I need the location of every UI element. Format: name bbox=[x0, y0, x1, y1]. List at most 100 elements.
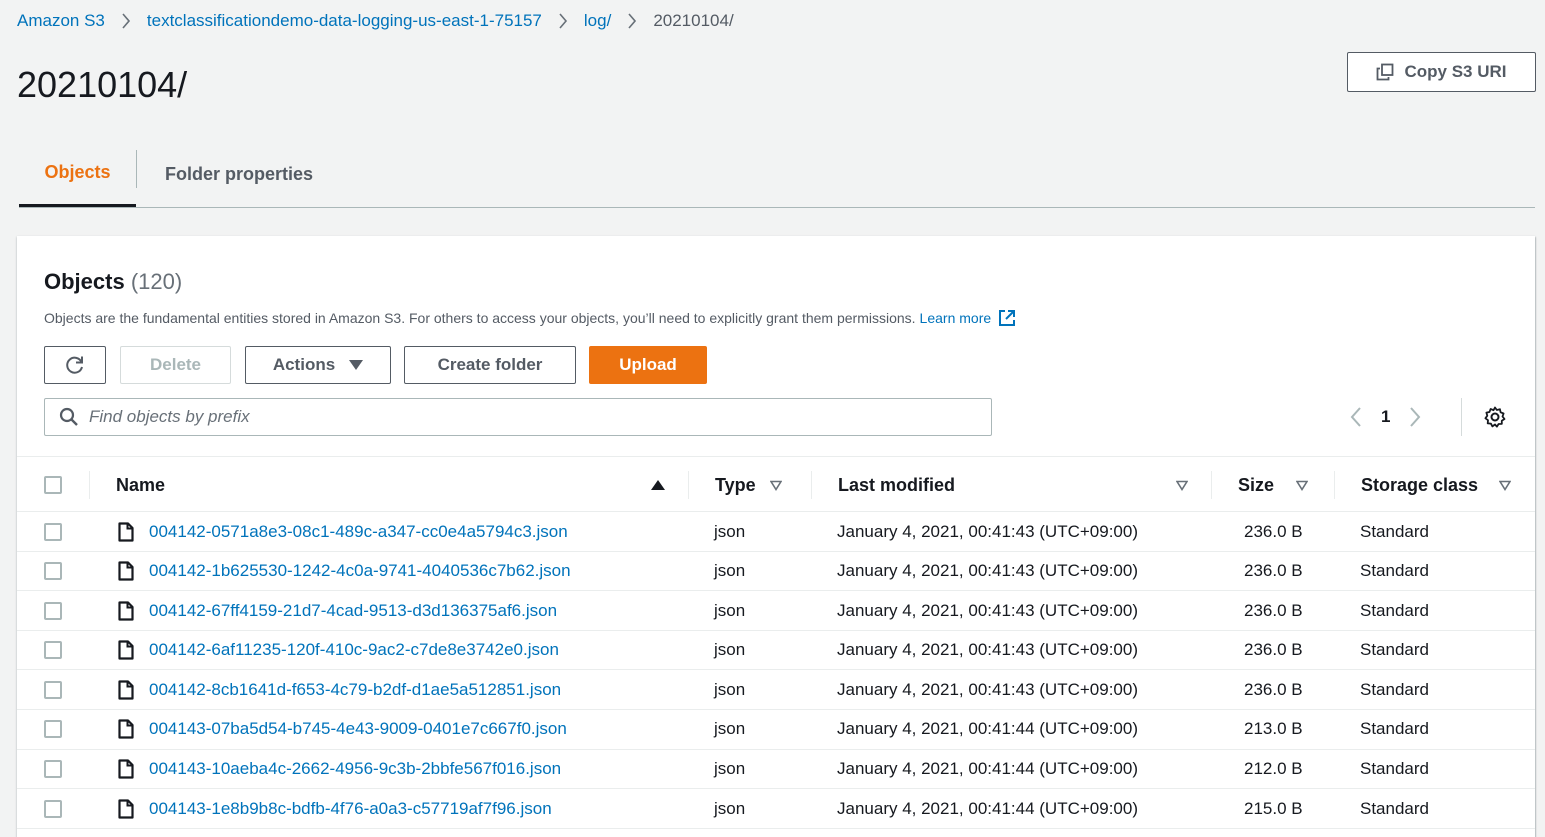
last-modified-cell: January 4, 2021, 00:41:43 (UTC+09:00) bbox=[837, 521, 1138, 541]
refresh-button[interactable] bbox=[44, 346, 106, 384]
size-cell: 236.0 B bbox=[1244, 600, 1303, 620]
page-number[interactable]: 1 bbox=[1381, 407, 1390, 427]
object-name-link[interactable]: 004142-6af11235-120f-410c-9ac2-c7de8e374… bbox=[149, 640, 559, 660]
type-cell: json bbox=[714, 561, 746, 581]
row-checkbox[interactable] bbox=[44, 720, 62, 739]
chevron-right-icon[interactable] bbox=[1408, 406, 1422, 428]
select-all-cell bbox=[44, 457, 62, 513]
column-divider bbox=[811, 471, 812, 499]
object-name-link[interactable]: 004142-1b625530-1242-4c0a-9741-4040536c7… bbox=[149, 561, 571, 581]
object-name-link[interactable]: 004142-67ff4159-21d7-4cad-9513-d3d136375… bbox=[149, 601, 557, 621]
name-cell: 004142-0571a8e3-08c1-489c-a347-cc0e4a579… bbox=[118, 512, 568, 551]
table-body: 004142-0571a8e3-08c1-489c-a347-cc0e4a579… bbox=[17, 512, 1535, 829]
last-modified-cell: January 4, 2021, 00:41:44 (UTC+09:00) bbox=[837, 759, 1138, 779]
row-checkbox[interactable] bbox=[44, 799, 62, 818]
last-modified-cell: January 4, 2021, 00:41:43 (UTC+09:00) bbox=[837, 640, 1138, 660]
row-checkbox[interactable] bbox=[44, 760, 62, 779]
delete-button[interactable]: Delete bbox=[120, 346, 231, 384]
tab-bar: Objects Folder properties bbox=[19, 140, 1535, 208]
sort-icon bbox=[1296, 480, 1309, 491]
table-row[interactable]: 004143-10aeba4c-2662-4956-9c3b-2bbfe567f… bbox=[17, 750, 1535, 790]
create-folder-button[interactable]: Create folder bbox=[404, 346, 576, 384]
row-checkbox[interactable] bbox=[44, 680, 62, 699]
last-modified-cell: January 4, 2021, 00:41:43 (UTC+09:00) bbox=[837, 679, 1138, 699]
column-divider bbox=[688, 471, 689, 499]
row-checkbox[interactable] bbox=[44, 641, 62, 660]
objects-table: Name Type Last modified Size Storage cla… bbox=[17, 456, 1535, 829]
object-name-link[interactable]: 004143-1e8b9b8c-bdfb-4f76-a0a3-c57719af7… bbox=[149, 799, 552, 819]
size-cell: 213.0 B bbox=[1244, 719, 1303, 739]
breadcrumb-log[interactable]: log/ bbox=[584, 11, 611, 31]
tab-objects[interactable]: Objects bbox=[19, 140, 136, 207]
size-cell: 236.0 B bbox=[1244, 679, 1303, 699]
copy-s3-uri-button[interactable]: Copy S3 URI bbox=[1347, 52, 1536, 92]
column-storage-class-label: Storage class bbox=[1361, 474, 1479, 495]
column-divider bbox=[1334, 471, 1335, 499]
page-title: 20210104/ bbox=[17, 64, 188, 105]
row-checkbox[interactable] bbox=[44, 601, 62, 620]
sort-ascending-icon bbox=[651, 479, 665, 491]
learn-more-link[interactable]: Learn more bbox=[920, 310, 992, 326]
column-header-storage-class[interactable]: Storage class bbox=[1361, 457, 1511, 513]
column-last-modified-label: Last modified bbox=[838, 474, 956, 495]
breadcrumb-amazon-s3[interactable]: Amazon S3 bbox=[17, 11, 105, 31]
select-all-checkbox[interactable] bbox=[44, 476, 62, 494]
table-row[interactable]: 004142-6af11235-120f-410c-9ac2-c7de8e374… bbox=[17, 631, 1535, 671]
sort-icon bbox=[1176, 480, 1188, 491]
table-row[interactable]: 004142-1b625530-1242-4c0a-9741-4040536c7… bbox=[17, 552, 1535, 592]
sort-icon bbox=[1499, 480, 1511, 491]
external-link-icon[interactable] bbox=[997, 308, 1017, 328]
row-select-cell bbox=[44, 670, 62, 709]
storage-class-cell: Standard bbox=[1360, 719, 1429, 739]
column-header-type[interactable]: Type bbox=[715, 457, 782, 513]
type-cell: json bbox=[714, 759, 746, 779]
row-select-cell bbox=[44, 591, 62, 630]
table-row[interactable]: 004142-67ff4159-21d7-4cad-9513-d3d136375… bbox=[17, 591, 1535, 631]
chevron-right-icon bbox=[627, 13, 637, 29]
storage-class-cell: Standard bbox=[1360, 561, 1429, 581]
upload-button[interactable]: Upload bbox=[589, 346, 707, 384]
file-icon bbox=[118, 799, 134, 819]
chevron-left-icon[interactable] bbox=[1349, 406, 1363, 428]
actions-dropdown[interactable]: Actions bbox=[245, 346, 391, 384]
object-name-link[interactable]: 004142-0571a8e3-08c1-489c-a347-cc0e4a579… bbox=[149, 522, 568, 542]
search-input[interactable] bbox=[89, 407, 969, 427]
column-header-size[interactable]: Size bbox=[1238, 457, 1309, 513]
row-select-cell bbox=[44, 631, 62, 670]
table-row[interactable]: 004142-8cb1641d-f653-4c79-b2df-d1ae5a512… bbox=[17, 670, 1535, 710]
type-cell: json bbox=[714, 521, 746, 541]
type-cell: json bbox=[714, 600, 746, 620]
name-cell: 004143-07ba5d54-b745-4e43-9009-0401e7c66… bbox=[118, 710, 567, 749]
size-cell: 236.0 B bbox=[1244, 561, 1303, 581]
type-cell: json bbox=[714, 719, 746, 739]
breadcrumb-current: 20210104/ bbox=[653, 11, 734, 30]
size-cell: 236.0 B bbox=[1244, 640, 1303, 660]
copy-icon bbox=[1376, 63, 1394, 81]
actions-label: Actions bbox=[272, 355, 336, 374]
tab-folder-properties[interactable]: Folder properties bbox=[165, 140, 313, 208]
column-size-label: Size bbox=[1238, 474, 1275, 495]
column-header-name[interactable]: Name bbox=[116, 457, 691, 513]
name-cell: 004142-67ff4159-21d7-4cad-9513-d3d136375… bbox=[118, 591, 557, 630]
objects-heading: Objects (120) bbox=[44, 269, 182, 295]
name-cell: 004143-10aeba4c-2662-4956-9c3b-2bbfe567f… bbox=[118, 750, 561, 789]
table-row[interactable]: 004143-07ba5d54-b745-4e43-9009-0401e7c66… bbox=[17, 710, 1535, 750]
last-modified-cell: January 4, 2021, 00:41:43 (UTC+09:00) bbox=[837, 561, 1138, 581]
column-header-last-modified[interactable]: Last modified bbox=[838, 457, 1188, 513]
type-cell: json bbox=[714, 640, 746, 660]
object-name-link[interactable]: 004143-07ba5d54-b745-4e43-9009-0401e7c66… bbox=[149, 719, 567, 739]
type-cell: json bbox=[714, 798, 746, 818]
row-checkbox[interactable] bbox=[44, 562, 62, 581]
object-name-link[interactable]: 004142-8cb1641d-f653-4c79-b2df-d1ae5a512… bbox=[149, 680, 561, 700]
gear-icon[interactable] bbox=[1483, 405, 1507, 429]
table-row[interactable]: 004142-0571a8e3-08c1-489c-a347-cc0e4a579… bbox=[17, 512, 1535, 552]
row-checkbox[interactable] bbox=[44, 522, 62, 541]
breadcrumb-bucket[interactable]: textclassificationdemo-data-logging-us-e… bbox=[147, 11, 542, 31]
name-cell: 004143-1e8b9b8c-bdfb-4f76-a0a3-c57719af7… bbox=[118, 789, 552, 828]
file-icon bbox=[118, 601, 134, 621]
object-name-link[interactable]: 004143-10aeba4c-2662-4956-9c3b-2bbfe567f… bbox=[149, 759, 561, 779]
objects-panel: Objects (120) Objects are the fundamenta… bbox=[17, 236, 1535, 837]
last-modified-cell: January 4, 2021, 00:41:43 (UTC+09:00) bbox=[837, 600, 1138, 620]
table-row[interactable]: 004143-1e8b9b8c-bdfb-4f76-a0a3-c57719af7… bbox=[17, 789, 1535, 829]
row-select-cell bbox=[44, 750, 62, 789]
